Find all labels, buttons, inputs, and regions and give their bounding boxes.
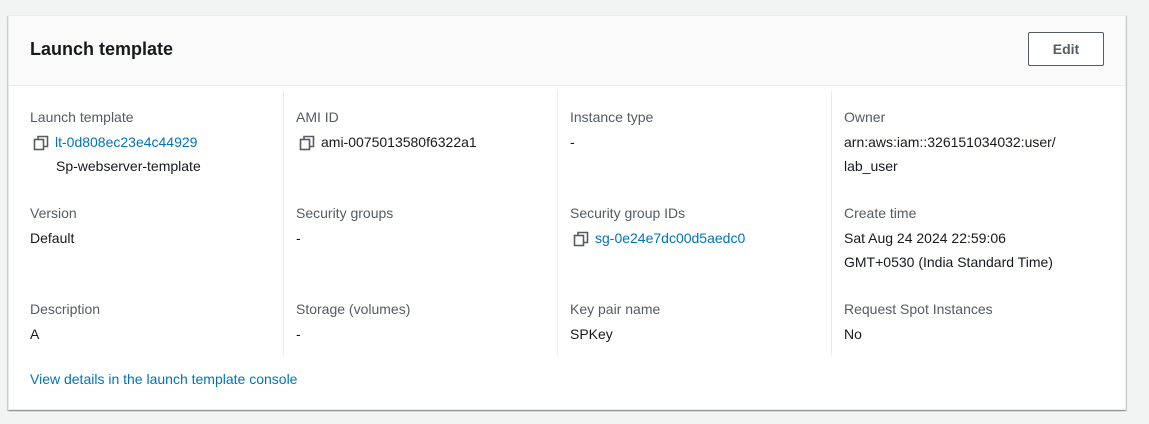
field-label: Owner [844,109,886,125]
create-time-line-1: Sat Aug 24 2024 22:59:06 [844,230,1006,246]
field-label: AMI ID [296,109,339,125]
field-label: Instance type [570,109,654,125]
field-label: Security group IDs [570,205,686,221]
field-security-group-ids: Security group IDs sg-0e24e7dc00d5aedc0 [570,203,822,250]
field-key-pair: Key pair name SPKey [570,299,822,346]
field-storage: Storage (volumes) - [296,299,548,346]
owner-value-line-1: arn:aws:iam::326151034032:user/ [844,134,1056,150]
launch-template-id-row: lt-0d808ec23e4c44929 [30,130,273,154]
field-request-spot: Request Spot Instances No [844,299,1096,346]
owner-value-line-2: lab_user [844,158,898,174]
field-label: Create time [844,205,917,221]
launch-template-panel: Launch template Edit Launch template lt-… [8,15,1126,410]
security-group-id-row: sg-0e24e7dc00d5aedc0 [570,226,822,250]
launch-template-id-link[interactable]: lt-0d808ec23e4c44929 [55,130,197,154]
panel-header: Launch template Edit [9,16,1125,86]
field-ami-id: AMI ID ami-0075013580f6322a1 [296,107,548,154]
copy-icon[interactable] [33,134,49,151]
panel-title: Launch template [30,39,174,59]
security-group-id-link[interactable]: sg-0e24e7dc00d5aedc0 [595,226,745,250]
field-label: Request Spot Instances [844,301,993,317]
column-3: Instance type - Security group IDs sg-0e… [557,91,832,356]
edit-button[interactable]: Edit [1028,32,1104,66]
key-pair-value: SPKey [570,326,613,342]
details-grid: Launch template lt-0d808ec23e4c44929 Sp-… [9,87,1125,372]
copy-icon[interactable] [573,230,589,247]
description-value: A [30,326,40,342]
storage-value: - [296,326,301,342]
copy-icon[interactable] [299,134,315,151]
create-time-line-2: GMT+0530 (India Standard Time) [844,254,1053,270]
field-instance-type: Instance type - [570,107,822,154]
field-description: Description A [30,299,273,346]
field-label: Launch template [30,109,134,125]
version-value: Default [30,230,75,246]
field-launch-template: Launch template lt-0d808ec23e4c44929 Sp-… [30,107,273,178]
field-label: Version [30,205,77,221]
field-version: Version Default [30,203,273,250]
column-1: Launch template lt-0d808ec23e4c44929 Sp-… [9,91,283,356]
field-label: Security groups [296,205,394,221]
view-details-link[interactable]: View details in the launch template cons… [30,369,297,389]
field-label: Storage (volumes) [296,301,411,317]
field-security-groups: Security groups - [296,203,548,250]
ami-id-row: ami-0075013580f6322a1 [296,130,548,154]
field-label: Description [30,301,101,317]
instance-type-value: - [570,134,575,150]
request-spot-value: No [844,326,862,342]
ami-id-value: ami-0075013580f6322a1 [321,134,477,150]
column-2: AMI ID ami-0075013580f6322a1 Security gr… [283,91,558,356]
field-owner: Owner arn:aws:iam::326151034032:user/ la… [844,107,1096,178]
security-groups-value: - [296,230,301,246]
field-create-time: Create time Sat Aug 24 2024 22:59:06 GMT… [844,203,1096,274]
column-4: Owner arn:aws:iam::326151034032:user/ la… [831,91,1106,356]
launch-template-name: Sp-webserver-template [56,158,201,174]
field-label: Key pair name [570,301,661,317]
